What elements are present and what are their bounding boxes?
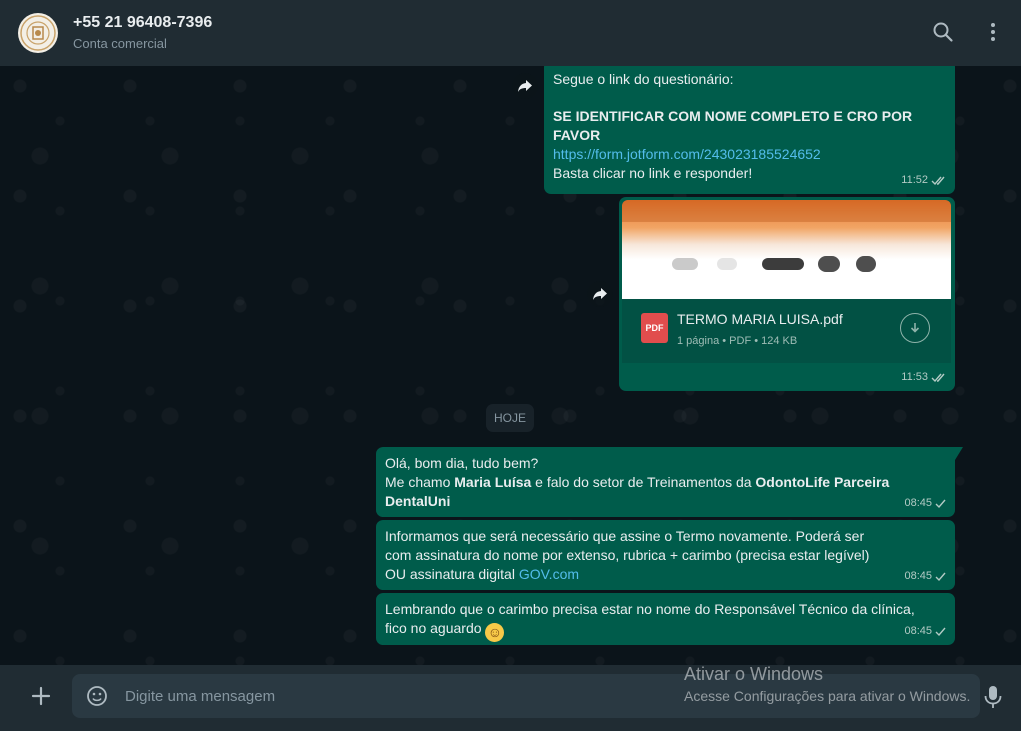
message-text: Informamos que será necessário que assin…: [385, 528, 870, 582]
double-check-icon: [931, 373, 945, 383]
logo-icon: [20, 15, 56, 51]
download-icon[interactable]: [900, 313, 930, 343]
watermark-title: Ativar o Windows: [684, 664, 824, 684]
search-icon[interactable]: [931, 20, 955, 44]
message-time: 08:45: [904, 570, 932, 582]
message-time: 11:52: [901, 174, 928, 186]
file-info[interactable]: PDF TERMO MARIA LUISA.pdf 1 página • PDF…: [622, 299, 951, 363]
message-meta: 11:53: [901, 368, 947, 387]
contact-avatar[interactable]: [18, 13, 58, 53]
message-meta: 08:45: [904, 494, 947, 513]
message-meta: 08:45: [904, 567, 947, 586]
kebab-menu-icon[interactable]: [981, 20, 1005, 44]
sender-name: Maria Luísa: [454, 474, 532, 490]
watermark-subtitle: Acesse Configurações para ativar o Windo…: [684, 688, 971, 704]
contact-name[interactable]: +55 21 96408-7396: [73, 14, 212, 32]
intro-line: Me chamo Maria Luísa e falo do setor de …: [385, 474, 890, 509]
smiling-emoji: ☺: [485, 623, 505, 642]
message-meta: 11:52: [901, 171, 947, 190]
message-time: 11:53: [901, 371, 928, 383]
chat-header: +55 21 96408-7396 Conta comercial: [0, 0, 1021, 66]
pdf-preview-image[interactable]: [622, 200, 951, 299]
forward-icon[interactable]: [587, 281, 613, 307]
bubble-tail: [955, 447, 963, 460]
date-divider: HOJE: [486, 404, 534, 432]
form-link[interactable]: https://form.jotform.com/243023185524652: [553, 145, 821, 164]
message-bubble[interactable]: Informamos que será necessário que assin…: [376, 520, 955, 590]
pdf-file-icon: PDF: [641, 313, 668, 343]
forward-icon[interactable]: [512, 73, 538, 99]
message-bubble[interactable]: Olá, bom dia, tudo bem? Me chamo Maria L…: [376, 447, 963, 517]
sticker-emoji-icon[interactable]: [86, 685, 108, 707]
windows-activation-watermark: Ativar o Windows Acesse Configurações pa…: [684, 664, 970, 704]
single-check-icon: [935, 499, 946, 509]
double-check-icon: [931, 176, 945, 186]
message-bubble[interactable]: Lembrando que o carimbo precisa estar no…: [376, 593, 955, 645]
message-meta: 08:45: [904, 622, 947, 641]
message-time: 08:45: [904, 625, 932, 637]
message-text: Lembrando que o carimbo precisa estar no…: [385, 601, 915, 642]
microphone-icon[interactable]: [982, 684, 1004, 710]
chat-area[interactable]: Segue o link do questionário: SE IDENTIF…: [0, 66, 1021, 665]
greeting-line: Olá, bom dia, tudo bem?: [385, 455, 539, 471]
single-check-icon: [935, 627, 946, 637]
message-text: Basta clicar no link e responder!: [553, 165, 753, 181]
gov-link[interactable]: GOV.com: [519, 566, 579, 582]
document-message[interactable]: PDF TERMO MARIA LUISA.pdf 1 página • PDF…: [619, 197, 955, 391]
message-text: Olá, bom dia, tudo bem? Me chamo Maria L…: [376, 447, 955, 511]
message-text: Segue o link do questionário:: [553, 71, 734, 87]
message-bubble[interactable]: Segue o link do questionário: SE IDENTIF…: [544, 66, 955, 194]
message-time: 08:45: [904, 497, 932, 509]
single-check-icon: [935, 572, 946, 582]
file-meta: 1 página • PDF • 124 KB: [677, 335, 798, 347]
plus-attach-icon[interactable]: [29, 684, 53, 708]
contact-status: Conta comercial: [73, 36, 167, 51]
file-name: TERMO MARIA LUISA.pdf: [677, 311, 843, 327]
message-text: SE IDENTIFICAR COM NOME COMPLETO E CRO P…: [553, 108, 913, 143]
